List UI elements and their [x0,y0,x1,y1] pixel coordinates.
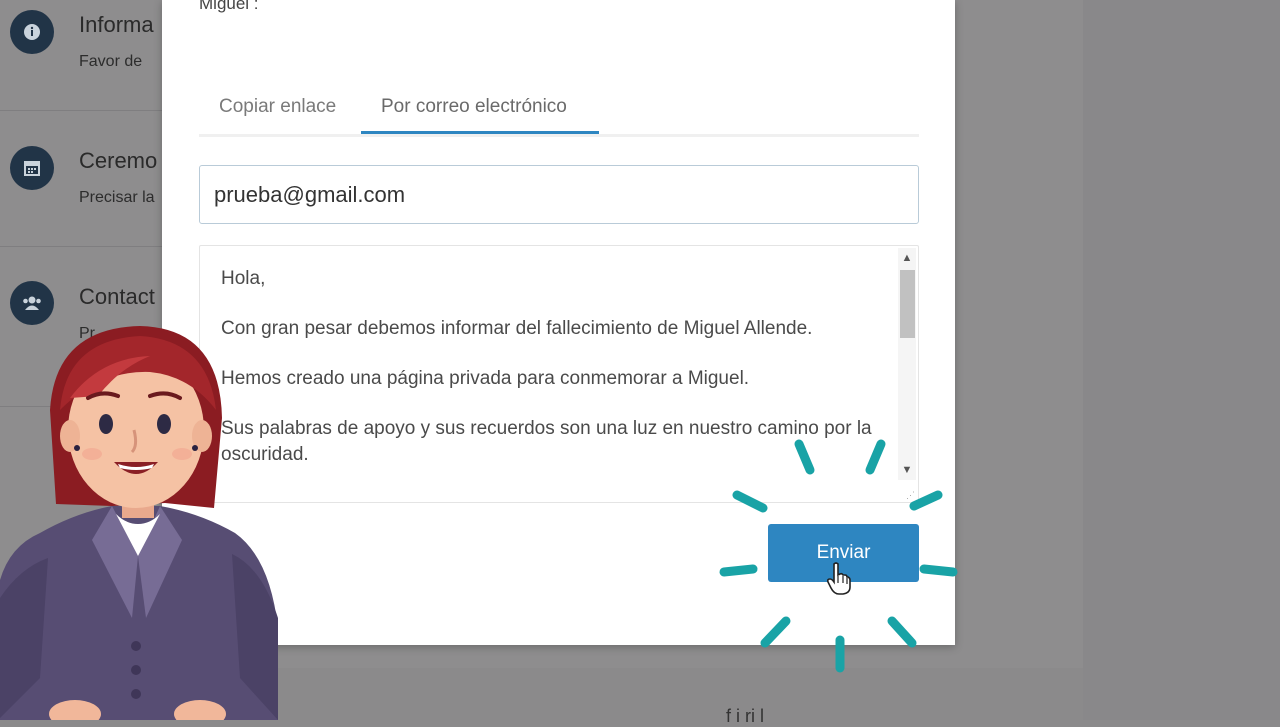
hand-cursor-icon [826,562,851,595]
bg-bottom-text: f i ri l [726,706,764,726]
bg-item-title: Informa [79,12,154,37]
modal-heading: Miguel : [199,0,259,13]
background-right-panel [1083,0,1280,720]
highlight-rays-icon [719,439,958,673]
bg-item-title: Contact [79,284,155,309]
email-field[interactable] [199,165,919,224]
scroll-up-arrow-icon[interactable]: ▲ [898,248,916,268]
calendar-icon [10,146,54,190]
presenter-avatar [0,326,278,720]
tab-copy-link[interactable]: Copiar enlace [199,88,356,134]
info-icon [10,10,54,54]
tab-email[interactable]: Por correo electrónico [361,88,599,134]
bg-item-subtitle: Precisar la [79,189,155,206]
bg-item-subtitle: Favor de [79,53,143,70]
bg-item-information: Informa Favor de [0,0,162,111]
bg-item-title: Ceremo [79,148,158,173]
message-paragraph: Con gran pesar debemos informar del fall… [221,318,813,339]
share-tabs: Copiar enlace Por correo electrónico [199,88,919,137]
message-greeting: Hola, [221,268,266,289]
scroll-thumb[interactable] [900,270,915,338]
message-paragraph: Hemos creado una página privada para con… [221,368,750,389]
bg-item-ceremony: Ceremo Precisar la [0,110,162,247]
